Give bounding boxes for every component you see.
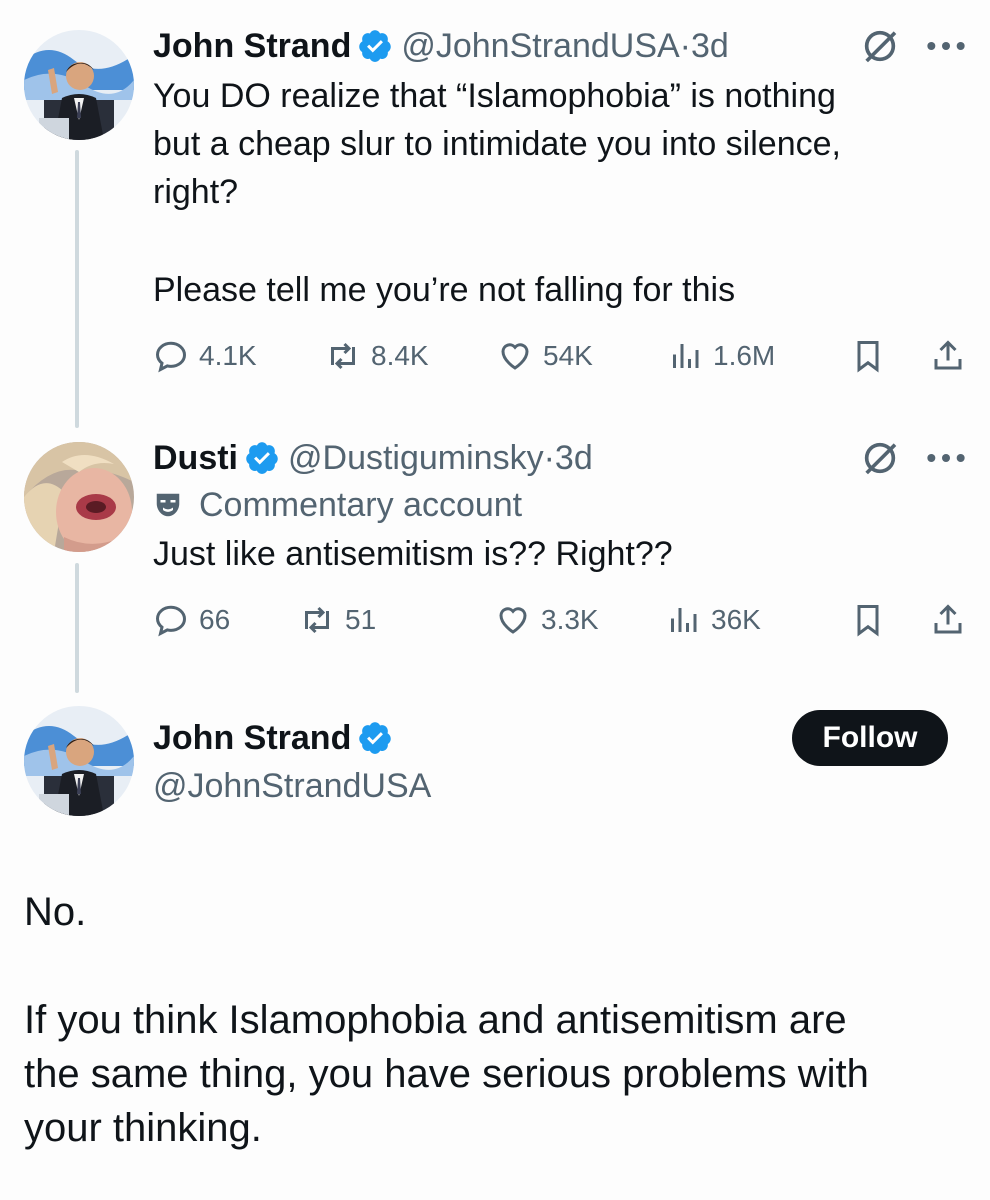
dot-separator: · <box>679 26 691 65</box>
share-icon[interactable] <box>930 602 966 638</box>
view-count: 1.6M <box>713 340 776 371</box>
views-chart-icon <box>673 344 699 368</box>
reply-icon <box>155 605 187 637</box>
thread-line-2 <box>75 563 79 693</box>
timestamp[interactable]: 3d <box>691 27 729 66</box>
tweet-2-header: Dusti @Dustiguminsky · 3d <box>153 436 966 480</box>
repost-button[interactable]: 51 <box>299 602 495 638</box>
account-label[interactable]: Commentary account <box>153 480 966 530</box>
tweet-1-text: You DO realize that “Islamophobia” is no… <box>153 72 966 314</box>
main-tweet-text: No. If you think Islamophobia and antise… <box>24 885 950 1155</box>
grok-icon[interactable] <box>860 438 900 478</box>
tweet-text-line: You DO realize that “Islamophobia” is no… <box>153 77 836 115</box>
views-chart-icon <box>671 608 697 632</box>
tweet-2-text: Just like antisemitism is?? Right?? <box>153 530 966 578</box>
timestamp[interactable]: 3d <box>555 439 593 478</box>
reply-count: 4.1K <box>199 340 257 371</box>
account-label-text: Commentary account <box>199 485 523 524</box>
theater-mask-icon <box>156 493 180 517</box>
repost-icon <box>305 606 329 634</box>
main-handle-row: @JohnStrandUSA <box>153 764 966 808</box>
follow-button[interactable]: Follow <box>792 710 948 766</box>
avatar-dusti[interactable] <box>24 442 134 552</box>
main-text-line: the same thing, you have serious problem… <box>24 1052 869 1096</box>
tweet-text-line: Just like antisemitism is?? Right?? <box>153 535 673 573</box>
avatar-john-strand-main[interactable] <box>24 706 134 816</box>
main-text-line: No. <box>24 890 87 934</box>
like-button[interactable]: 54K <box>497 338 667 374</box>
handle[interactable]: @JohnStrandUSA <box>401 27 679 66</box>
share-icon[interactable] <box>930 338 966 374</box>
display-name[interactable]: John Strand <box>153 719 351 758</box>
tweet-2-actions: 66 51 3.3K 36K <box>153 598 966 642</box>
repost-count: 51 <box>345 604 377 635</box>
handle[interactable]: @Dustiguminsky <box>288 439 544 478</box>
tweet-2[interactable]: Dusti @Dustiguminsky · 3d Commentary acc… <box>153 436 966 642</box>
views-button[interactable]: 36K <box>665 602 761 638</box>
view-count: 36K <box>711 604 761 635</box>
tweet-1-header: John Strand @JohnStrandUSA · 3d <box>153 24 966 68</box>
more-options-icon[interactable] <box>926 38 966 54</box>
like-button[interactable]: 3.3K <box>495 602 665 638</box>
repost-icon <box>331 342 355 370</box>
heart-icon <box>499 607 527 634</box>
tweet-1[interactable]: John Strand @JohnStrandUSA · 3d You DO r… <box>153 24 966 378</box>
reply-count: 66 <box>199 604 231 635</box>
tweet-text-line: right? <box>153 173 239 211</box>
like-count: 3.3K <box>541 604 599 635</box>
repost-button[interactable]: 8.4K <box>325 338 497 374</box>
like-count: 54K <box>543 340 593 371</box>
display-name[interactable]: John Strand <box>153 27 351 66</box>
repost-count: 8.4K <box>371 340 429 371</box>
tweet-1-actions: 4.1K 8.4K 54K 1.6M <box>153 334 966 378</box>
reply-button[interactable]: 66 <box>153 602 299 638</box>
reply-button[interactable]: 4.1K <box>153 338 325 374</box>
grok-icon[interactable] <box>860 26 900 66</box>
verified-badge-icon <box>359 30 392 62</box>
handle[interactable]: @JohnStrandUSA <box>153 767 431 806</box>
heart-icon <box>501 343 529 370</box>
reply-icon <box>155 341 187 373</box>
tweet-text-blank <box>153 216 966 266</box>
verified-badge-icon <box>246 442 278 474</box>
tweet-text-line: but a cheap slur to intimidate you into … <box>153 125 841 163</box>
views-button[interactable]: 1.6M <box>667 338 775 374</box>
thread-line-1 <box>75 150 79 428</box>
main-text-line: your thinking. <box>24 1106 262 1150</box>
verified-badge-icon <box>359 722 392 754</box>
more-options-icon[interactable] <box>926 450 966 466</box>
avatar-john-strand[interactable] <box>24 30 134 140</box>
tweet-text-line: Please tell me you’re not falling for th… <box>153 271 736 309</box>
bookmark-icon[interactable] <box>850 602 886 638</box>
dot-separator: · <box>543 438 555 477</box>
main-text-line: If you think Islamophobia and antisemiti… <box>24 998 847 1042</box>
display-name[interactable]: Dusti <box>153 439 238 478</box>
bookmark-icon[interactable] <box>850 338 886 374</box>
